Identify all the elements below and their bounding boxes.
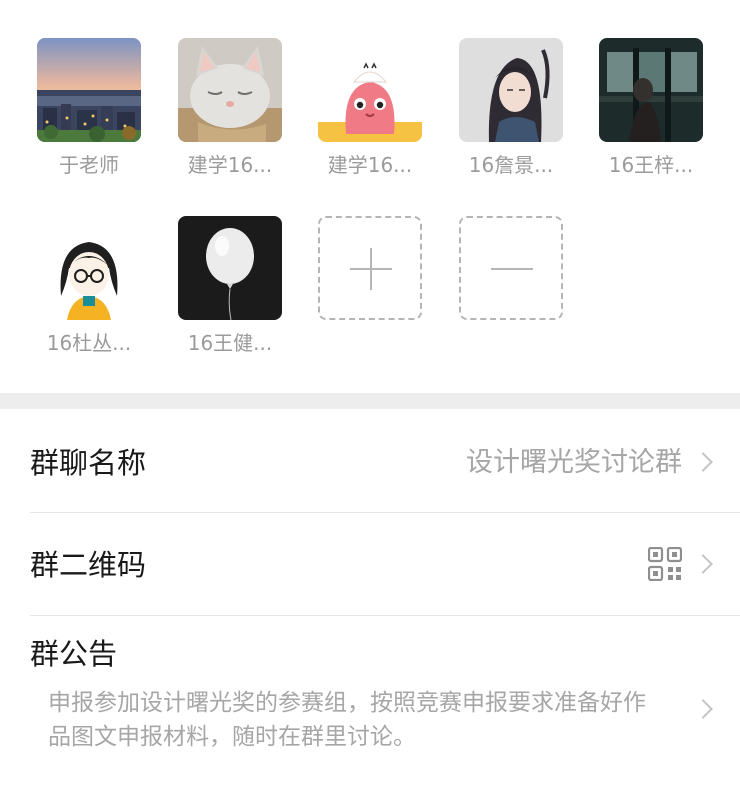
- member-avatar[interactable]: [37, 216, 141, 320]
- member-avatar[interactable]: [599, 38, 703, 142]
- group-name-label: 群聊名称: [30, 446, 147, 480]
- group-notice-text: 申报参加设计曙光奖的参赛组，按照竞赛申报要求准备好作品图文申报材料，随时在群里讨…: [48, 690, 646, 750]
- group-name-value: 设计曙光奖讨论群: [466, 447, 682, 478]
- group-qr-row[interactable]: 群二维码: [0, 513, 740, 615]
- section-divider: [0, 393, 740, 409]
- qr-code-icon: [648, 547, 682, 581]
- member-name: 建学16...: [187, 153, 273, 177]
- pink-bird-cartoon-image: [318, 38, 422, 142]
- member-avatar[interactable]: [178, 38, 282, 142]
- add-member-item[interactable]: [318, 216, 422, 320]
- member-avatar[interactable]: [318, 38, 422, 142]
- add-member-button[interactable]: [318, 216, 422, 320]
- minus-icon: [491, 268, 533, 270]
- group-notice-row[interactable]: 群公告 申报参加设计曙光奖的参赛组，按照竞赛申报要求准备好作品图文申报材料，随时…: [0, 616, 740, 800]
- anime-character-image: [459, 38, 563, 142]
- member-name: 16王健...: [187, 331, 273, 355]
- member-item[interactable]: 16詹景...: [459, 38, 563, 178]
- group-notice-label: 群公告: [30, 637, 118, 671]
- member-avatar[interactable]: [178, 216, 282, 320]
- dark-train-image: [599, 38, 703, 142]
- member-name: 16詹景...: [468, 153, 554, 177]
- city-skyline-image: [37, 38, 141, 142]
- member-item[interactable]: 16王梓...: [599, 38, 703, 178]
- member-item[interactable]: 16杜丛...: [37, 216, 141, 356]
- sleeping-cat-image: [178, 38, 282, 142]
- member-avatar[interactable]: [37, 38, 141, 142]
- chevron-right-icon: [693, 699, 713, 719]
- chevron-right-icon: [693, 554, 713, 574]
- member-item[interactable]: 建学16...: [178, 38, 282, 178]
- member-grid: 于老师 建学16... 建学16... 16詹景... 16王梓... 16杜丛…: [0, 0, 740, 393]
- member-name: 于老师: [59, 153, 119, 177]
- member-item[interactable]: 于老师: [37, 38, 141, 178]
- group-name-row[interactable]: 群聊名称 设计曙光奖讨论群: [0, 409, 740, 512]
- white-balloon-image: [178, 216, 282, 320]
- chevron-right-icon: [693, 452, 713, 472]
- member-item[interactable]: 建学16...: [318, 38, 422, 178]
- girl-glasses-cartoon-image: [37, 216, 141, 320]
- member-name: 16王梓...: [608, 153, 694, 177]
- member-name: 16杜丛...: [46, 331, 132, 355]
- member-item[interactable]: 16王健...: [178, 216, 282, 356]
- remove-member-item[interactable]: [459, 216, 563, 320]
- member-avatar[interactable]: [459, 38, 563, 142]
- remove-member-button[interactable]: [459, 216, 563, 320]
- group-qr-label: 群二维码: [30, 548, 147, 582]
- member-name: 建学16...: [327, 153, 413, 177]
